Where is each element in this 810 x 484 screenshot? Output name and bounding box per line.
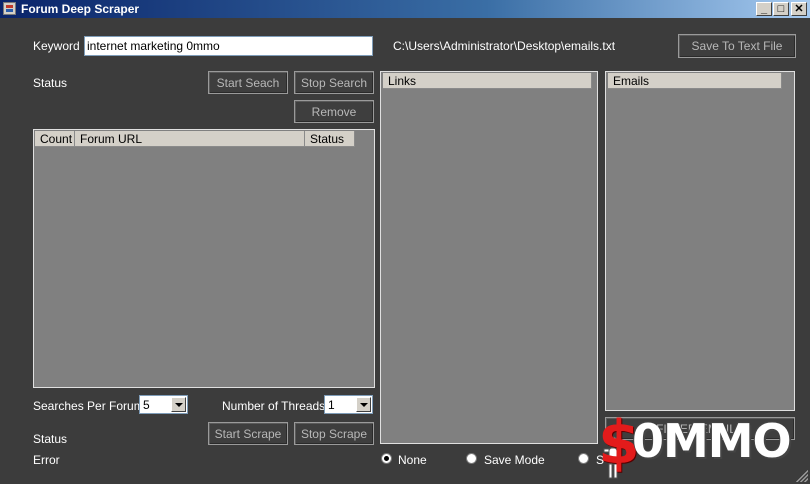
stop-scrape-button[interactable]: Stop Scrape bbox=[294, 422, 374, 445]
start-search-button[interactable]: Start Seach bbox=[208, 71, 288, 94]
main-window: Forum Deep Scraper _ □ ✕ Keyword C:\User… bbox=[0, 0, 810, 484]
keyword-input[interactable] bbox=[84, 36, 373, 56]
searches-per-forum-select[interactable]: 5 bbox=[139, 395, 188, 414]
search-status-label: Status bbox=[33, 76, 68, 90]
radio-third-option[interactable] bbox=[578, 453, 589, 464]
forum-list-view[interactable]: Count Forum URL Status bbox=[33, 129, 375, 388]
links-list[interactable]: Links bbox=[380, 71, 598, 444]
scrape-status-label: Status bbox=[33, 432, 68, 446]
threads-value: 1 bbox=[328, 398, 335, 412]
chevron-down-icon[interactable] bbox=[171, 397, 186, 412]
minimize-button[interactable]: _ bbox=[756, 2, 772, 16]
app-icon bbox=[3, 2, 16, 15]
radio-none-label: None bbox=[398, 453, 427, 467]
close-button[interactable]: ✕ bbox=[791, 2, 807, 16]
column-count[interactable]: Count bbox=[35, 131, 75, 147]
radio-none[interactable] bbox=[381, 453, 392, 464]
save-to-text-file-button[interactable]: Save To Text File bbox=[678, 34, 796, 58]
links-header[interactable]: Links bbox=[383, 73, 592, 89]
chevron-down-icon[interactable] bbox=[356, 397, 371, 412]
remove-button[interactable]: Remove bbox=[294, 100, 374, 123]
stop-search-button[interactable]: Stop Search bbox=[294, 71, 374, 94]
searches-per-forum-label: Searches Per Forum bbox=[33, 399, 144, 413]
column-forum-url[interactable]: Forum URL bbox=[75, 131, 305, 147]
radio-save-mode[interactable] bbox=[466, 453, 477, 464]
threads-label: Number of Threads bbox=[222, 399, 326, 413]
watermark-logo: $ 0MMO bbox=[592, 408, 802, 482]
emails-list[interactable]: Emails bbox=[605, 71, 795, 411]
title-bar: Forum Deep Scraper _ □ ✕ bbox=[0, 0, 810, 18]
emails-header[interactable]: Emails bbox=[608, 73, 782, 89]
window-title: Forum Deep Scraper bbox=[21, 2, 140, 16]
watermark-text: 0MMO bbox=[632, 414, 792, 468]
maximize-button[interactable]: □ bbox=[773, 2, 789, 16]
start-scrape-button[interactable]: Start Scrape bbox=[208, 422, 288, 445]
resize-grip[interactable] bbox=[796, 470, 808, 482]
error-label: Error bbox=[33, 453, 60, 467]
threads-select[interactable]: 1 bbox=[324, 395, 373, 414]
radio-save-mode-label: Save Mode bbox=[484, 453, 545, 467]
searches-per-forum-value: 5 bbox=[143, 398, 150, 412]
column-status[interactable]: Status bbox=[305, 131, 355, 147]
keyword-label: Keyword bbox=[33, 39, 80, 53]
file-path-text: C:\Users\Administrator\Desktop\emails.tx… bbox=[393, 39, 616, 53]
